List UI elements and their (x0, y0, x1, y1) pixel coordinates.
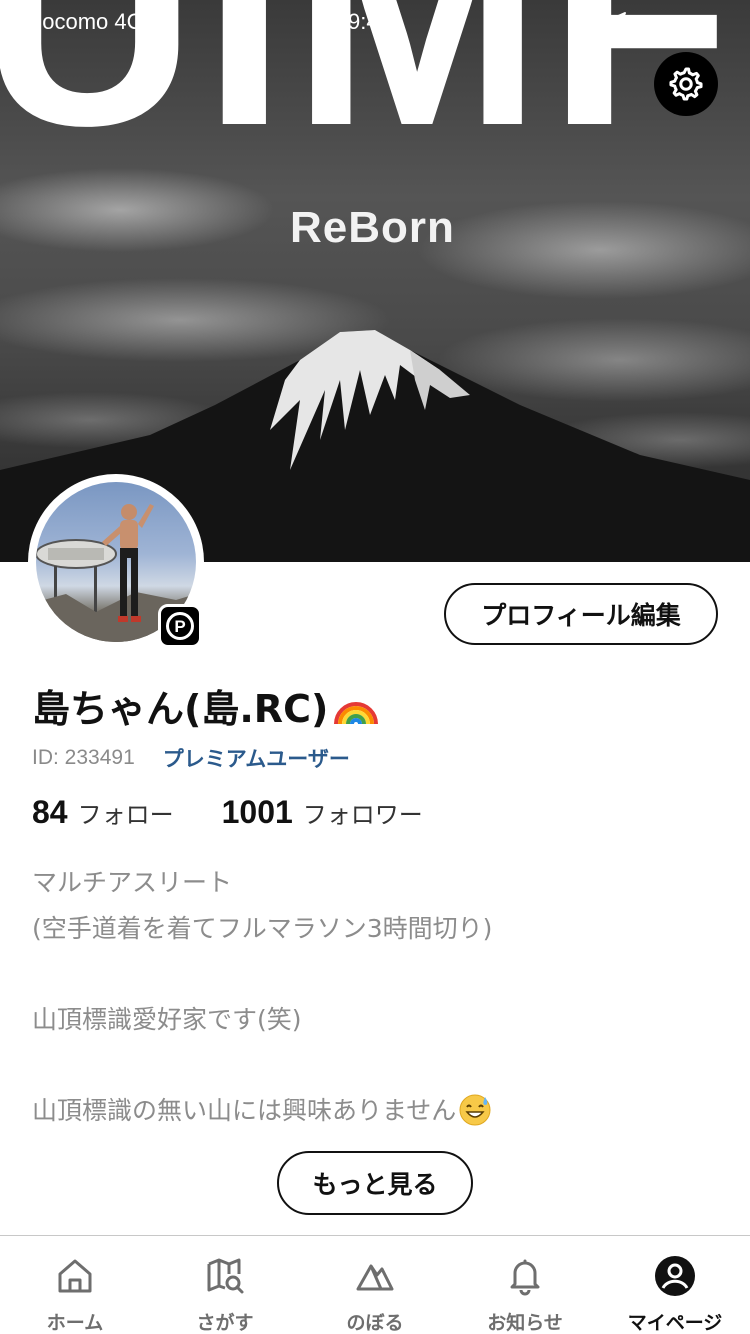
edit-profile-button[interactable]: プロフィール編集 (444, 583, 718, 645)
rainbow-emoji-icon (334, 701, 379, 724)
followers-count: 1001 (221, 794, 293, 830)
bell-icon (503, 1254, 547, 1298)
bio-line (32, 1042, 722, 1088)
following-label: フォロー (77, 801, 174, 829)
premium-user-link[interactable]: プレミアムユーザー (163, 743, 350, 773)
tab-bar: ホーム さがす のぼる お知らせ マイページ (0, 1235, 750, 1334)
followers-label: フォロワー (302, 801, 423, 829)
cover-subtitle: ReBorn (290, 203, 455, 252)
id-row: ID: 233491 プレミアムユーザー (32, 743, 350, 773)
tab-label: のぼる (346, 1312, 404, 1334)
tab-label: ホーム (46, 1312, 104, 1334)
following-count: 84 (32, 794, 68, 830)
tab-search[interactable]: さがす (150, 1236, 300, 1334)
bio-line (32, 951, 722, 997)
tab-notifications[interactable]: お知らせ (450, 1236, 600, 1334)
follow-stats: 84 フォロー 1001 フォロワー (32, 794, 423, 831)
bio: マルチアスリート (空手道着を着てフルマラソン3時間切り) 山頂標識愛好家です(… (32, 860, 722, 1133)
bio-line-text: 山頂標識の無い山には興味ありません (32, 1095, 457, 1125)
display-name: 島ちゃん(島.RC) (32, 678, 380, 733)
tab-climb[interactable]: のぼる (300, 1236, 450, 1334)
tab-label: お知らせ (487, 1312, 563, 1334)
bio-line: (空手道着を着てフルマラソン3時間切り) (32, 913, 493, 943)
bio-line-last: 山頂標識の無い山には興味ありません (32, 1088, 722, 1134)
show-more-button[interactable]: もっと見る (277, 1151, 473, 1215)
followers-stat[interactable]: 1001 フォロワー (222, 794, 423, 831)
tab-home[interactable]: ホーム (0, 1236, 150, 1334)
tab-label: さがす (196, 1312, 254, 1334)
display-name-text: 島ちゃん(島.RC) (32, 687, 329, 731)
status-bar: docomo 4G 9:41 (0, 0, 750, 44)
map-search-icon (203, 1254, 247, 1298)
carrier-label: docomo 4G (30, 9, 144, 34)
clock: 9:41 (348, 9, 391, 34)
settings-button[interactable] (654, 52, 718, 116)
tab-mypage[interactable]: マイページ (600, 1236, 750, 1334)
following-stat[interactable]: 84 フォロー (32, 794, 174, 831)
bio-line: 山頂標識愛好家です(笑) (32, 1004, 302, 1034)
home-icon (53, 1254, 97, 1298)
premium-badge-letter: P (166, 612, 194, 640)
sweat-smile-emoji-icon (459, 1094, 491, 1126)
bio-line: マルチアスリート (32, 868, 233, 897)
tab-label: マイページ (627, 1312, 723, 1334)
user-icon (653, 1254, 697, 1298)
premium-badge: P (158, 604, 202, 648)
user-id: ID: 233491 (32, 746, 135, 769)
location-arrow-icon (606, 10, 628, 38)
gear-icon (669, 67, 703, 101)
mountain-icon (353, 1254, 397, 1298)
